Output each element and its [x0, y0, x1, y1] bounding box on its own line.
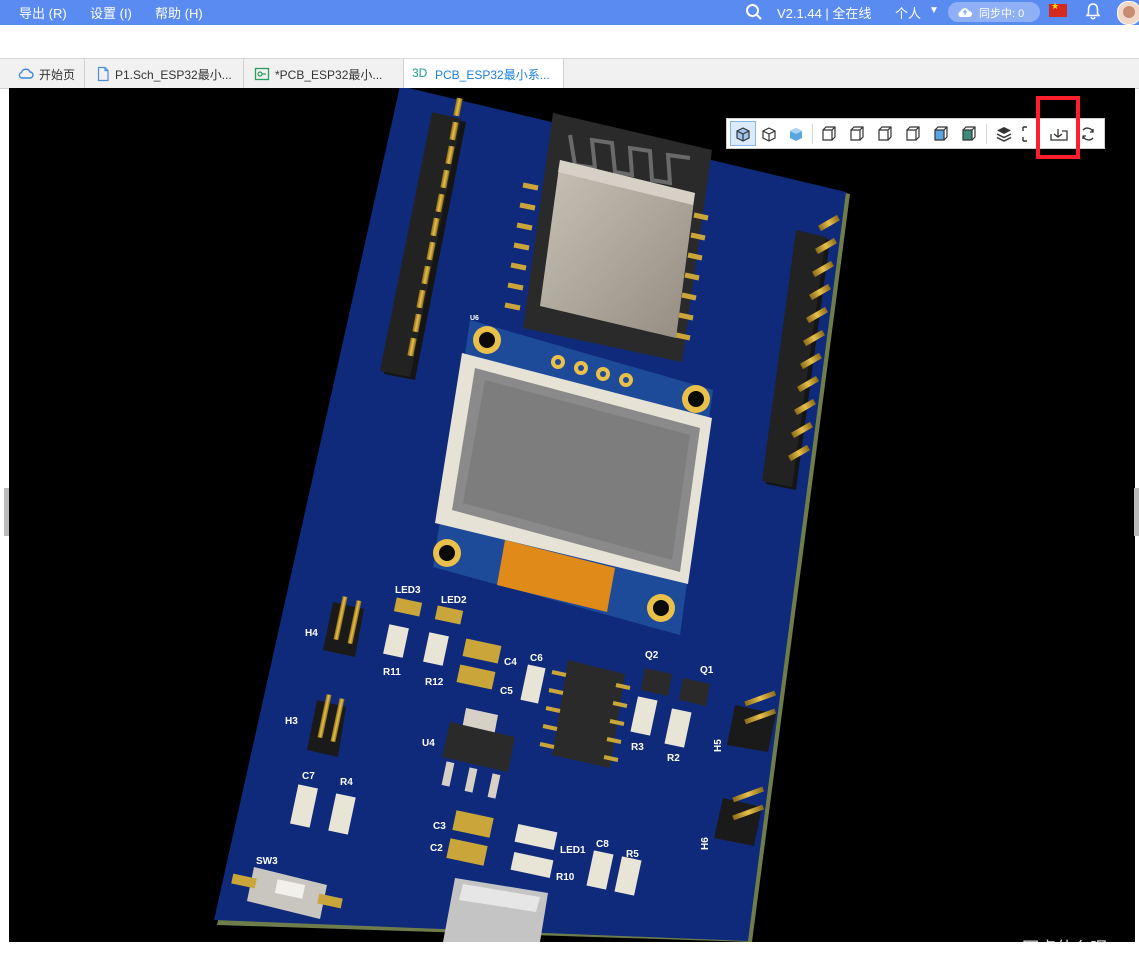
cube-bottom-icon	[962, 126, 976, 141]
view-top-button[interactable]	[929, 122, 953, 145]
tab-schematic[interactable]: P1.Sch_ESP32最小...	[85, 59, 244, 88]
cloud-sync-icon	[958, 8, 972, 17]
bell-icon[interactable]	[1084, 2, 1102, 20]
tab-label: PCB_ESP32最小系...	[435, 68, 550, 82]
label-h4: H4	[305, 628, 318, 639]
menubar: 导出 (R) 设置 (I) 帮助 (H) V2.1.44 | 全在线 个人 ▼ …	[0, 0, 1139, 25]
profile-menu[interactable]: 个人	[895, 3, 921, 22]
label-u4: U4	[422, 738, 435, 749]
view-right-button[interactable]	[901, 122, 925, 145]
sync-text: 同步中: 0	[979, 8, 1025, 20]
label-r2: R2	[667, 753, 680, 764]
view-iso-wire-button[interactable]	[757, 122, 781, 145]
version-status: V2.1.44 | 全在线	[777, 6, 872, 21]
china-flag-icon[interactable]: ★	[1049, 1, 1067, 17]
label-r3: R3	[631, 742, 644, 753]
rotate-icon	[1082, 127, 1094, 141]
expand-icon	[1022, 126, 1027, 142]
sync-status[interactable]: 同步中: 0	[948, 2, 1040, 22]
document-icon	[97, 66, 109, 82]
red-highlight-box	[1036, 96, 1080, 159]
label-c4: C4	[504, 657, 517, 668]
label-r4: R4	[340, 777, 353, 788]
view-bottom-button[interactable]	[957, 122, 981, 145]
menu-help[interactable]: 帮助 (H)	[155, 3, 203, 22]
view-back-button[interactable]	[845, 122, 869, 145]
label-r11: R11	[383, 667, 401, 678]
view-left-button[interactable]	[873, 122, 897, 145]
label-c8: C8	[596, 839, 609, 850]
label-c2: C2	[430, 843, 443, 854]
cube-top-icon	[934, 126, 948, 141]
label-c6: C6	[530, 653, 543, 664]
label-u6: U6	[470, 315, 479, 322]
3d-viewport[interactable]: LED3 LED2 H4 R11 R12 C4 C6 C5 Q2 Q1 H3 U…	[9, 88, 1135, 942]
label-h3: H3	[285, 716, 298, 727]
avatar[interactable]	[1117, 1, 1139, 25]
pcb-icon	[254, 67, 270, 81]
watermark: CSDN @写点什么呢	[952, 939, 1108, 958]
chevron-down-icon[interactable]: ▼	[929, 5, 939, 16]
label-q1: Q1	[700, 665, 714, 676]
label-sw3: SW3	[256, 856, 278, 867]
label-c3: C3	[433, 821, 446, 832]
label-c7: C7	[302, 771, 315, 782]
label-q2: Q2	[645, 650, 659, 661]
search-icon[interactable]	[745, 3, 763, 21]
view-front-button[interactable]	[817, 122, 841, 145]
cube-solid-icon	[736, 127, 750, 142]
cube-right-icon	[906, 126, 920, 141]
tab-label: 开始页	[39, 68, 76, 82]
label-h5: H5	[713, 739, 724, 752]
cube-left-icon	[878, 126, 892, 141]
menu-settings[interactable]: 设置 (I)	[90, 3, 132, 22]
tab-label: P1.Sch_ESP32最小...	[115, 68, 232, 82]
label-led1: LED1	[560, 845, 586, 856]
layers-button[interactable]	[992, 122, 1016, 145]
tab-bar: 开始页 P1.Sch_ESP32最小... *PCB_ESP32最小... 3D…	[0, 58, 1139, 89]
label-c5: C5	[500, 686, 513, 697]
cloud-home-icon	[18, 68, 34, 79]
cube-front-icon	[822, 126, 836, 141]
label-r12: R12	[425, 677, 444, 688]
cube-shaded-icon	[790, 128, 802, 141]
right-panel-handle[interactable]	[1134, 488, 1139, 536]
label-led3: LED3	[395, 585, 421, 596]
pcb-3d-render[interactable]: LED3 LED2 H4 R11 R12 C4 C6 C5 Q2 Q1 H3 U…	[9, 88, 1135, 942]
label-h6: H6	[700, 837, 711, 850]
cube-back-icon	[850, 126, 864, 141]
label-r5: R5	[626, 849, 639, 860]
tab-3d-view[interactable]: 3D PCB_ESP32最小系...	[404, 59, 564, 88]
label-led2: LED2	[441, 595, 467, 606]
label-r10: R10	[556, 872, 575, 883]
cube-wire-icon	[762, 127, 776, 142]
tab-label: *PCB_ESP32最小...	[275, 68, 383, 82]
tab-start-page[interactable]: 开始页	[8, 59, 85, 88]
3d-text-icon: 3D	[412, 66, 428, 80]
view-iso-solid-button[interactable]	[730, 121, 756, 146]
left-panel-handle[interactable]	[4, 488, 9, 536]
tab-pcb[interactable]: *PCB_ESP32最小...	[244, 59, 404, 88]
fit-screen-button[interactable]	[1017, 122, 1033, 145]
menu-export[interactable]: 导出 (R)	[19, 3, 67, 22]
view-iso-shaded-button[interactable]	[784, 122, 808, 145]
layers-icon	[996, 127, 1012, 142]
